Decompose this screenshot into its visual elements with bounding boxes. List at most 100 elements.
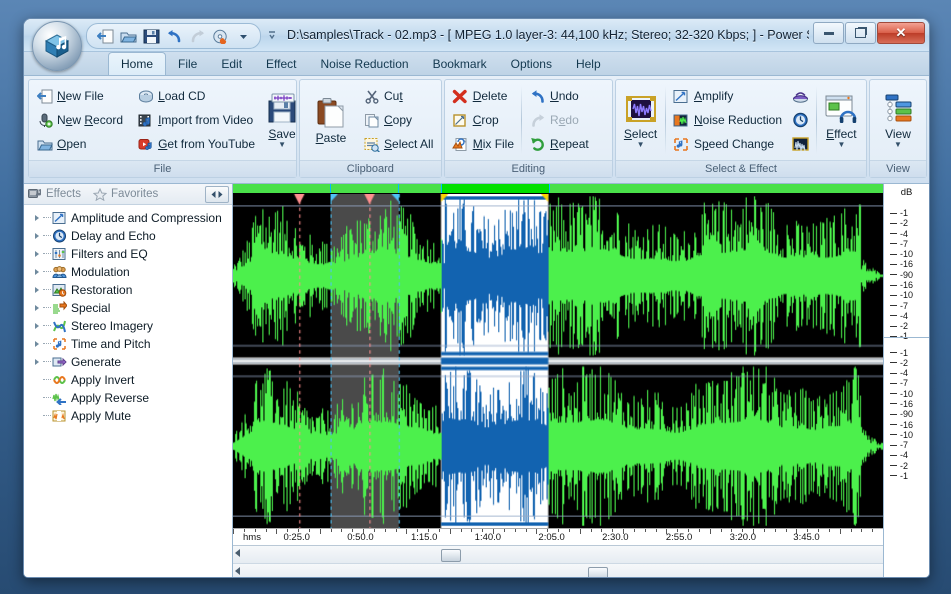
expand-arrow-icon[interactable]	[30, 269, 43, 275]
tab-file[interactable]: File	[166, 53, 209, 75]
select-all-button[interactable]: Select All	[359, 133, 437, 156]
tree-item-apply-invert[interactable]: Apply Invert	[24, 371, 232, 389]
restore-button[interactable]	[845, 22, 876, 44]
scroll-left-icon[interactable]	[235, 567, 240, 575]
copy-button[interactable]: Copy	[359, 109, 437, 132]
tree-item-generate[interactable]: Generate	[24, 353, 232, 371]
ruler-tick	[721, 529, 722, 532]
save-icon[interactable]	[141, 26, 162, 46]
paste-button[interactable]: Paste	[303, 84, 359, 156]
tab-home[interactable]: Home	[108, 52, 166, 75]
new-file-button[interactable]: New File	[32, 85, 127, 108]
zoom-slider[interactable]	[233, 564, 883, 578]
expand-arrow-icon[interactable]	[30, 233, 43, 239]
ruler-tick	[385, 529, 386, 532]
amplify-button[interactable]: Amplify	[669, 85, 786, 108]
effect-button[interactable]: Effect ▼	[820, 84, 863, 156]
modulation-icon	[51, 265, 67, 280]
title-bar: D:\samples\Track - 02.mp3 - [ MPEG 1.0 l…	[24, 19, 929, 52]
load-cd-button[interactable]: Load CD	[133, 85, 259, 108]
customize-dropdown-icon[interactable]	[233, 26, 254, 46]
noise-reduction-button[interactable]: Noise Reduction	[669, 109, 786, 132]
overview-segment[interactable]	[331, 184, 400, 193]
delay-button[interactable]	[788, 109, 813, 132]
tree-item-apply-reverse[interactable]: Apply Reverse	[24, 389, 232, 407]
chevron-down-icon[interactable]: ▼	[837, 142, 845, 148]
tree-item-apply-mute[interactable]: Apply Mute	[24, 407, 232, 425]
tab-options[interactable]: Options	[499, 53, 564, 75]
tab-edit[interactable]: Edit	[209, 53, 254, 75]
mix-file-button[interactable]: Mix File	[448, 133, 518, 156]
tree-item-time-and-pitch[interactable]: Time and Pitch	[24, 335, 232, 353]
select-button[interactable]: Select ▼	[619, 84, 662, 156]
tree-item-label: Filters and EQ	[71, 247, 148, 261]
tree-item-special[interactable]: Special	[24, 299, 232, 317]
overview-segment[interactable]	[399, 184, 442, 193]
horizontal-scrollbar[interactable]	[233, 546, 883, 564]
timeline-ruler[interactable]: hms 0:25.00:50.01:15.01:40.02:05.02:30.0…	[233, 528, 883, 545]
get-from-youtube-button[interactable]: Get from YouTube	[133, 133, 259, 156]
overview-segment[interactable]	[233, 184, 331, 193]
chevron-down-icon[interactable]: ▼	[637, 142, 645, 148]
waveform-channels[interactable]	[233, 194, 883, 528]
tree-item-restoration[interactable]: Restoration	[24, 281, 232, 299]
ruler-label: 1:40.0	[475, 532, 501, 543]
import-from-video-button[interactable]: Import from Video	[133, 109, 259, 132]
minimize-button[interactable]	[813, 22, 844, 44]
close-button[interactable]: ✕	[877, 22, 925, 44]
tree-item-stereo-imagery[interactable]: Stereo Imagery	[24, 317, 232, 335]
save-button[interactable]: Save ▼	[265, 84, 299, 156]
new-record-button[interactable]: New Record	[32, 109, 127, 132]
expand-arrow-icon[interactable]	[30, 359, 43, 365]
undo-icon[interactable]	[164, 26, 185, 46]
expand-arrow-icon[interactable]	[30, 287, 43, 293]
tree-item-modulation[interactable]: Modulation	[24, 263, 232, 281]
tree-item-amplitude-and-compression[interactable]: Amplitude and Compression	[24, 209, 232, 227]
speed-change-button[interactable]: Speed Change	[669, 133, 786, 156]
expand-arrow-icon[interactable]	[30, 251, 43, 257]
sidebar-tab-effects[interactable]: Effects	[28, 188, 81, 201]
scroll-left-icon[interactable]	[235, 549, 240, 557]
expand-arrow-icon[interactable]	[30, 215, 43, 221]
cut-button[interactable]: Cut	[359, 85, 437, 108]
expand-arrow-icon[interactable]	[30, 323, 43, 329]
app-logo-orb[interactable]	[32, 21, 82, 71]
tree-item-filters-and-eq[interactable]: Filters and EQ	[24, 245, 232, 263]
chevron-down-icon[interactable]: ▼	[278, 142, 286, 148]
repeat-button[interactable]: Repeat	[525, 133, 593, 156]
crop-button[interactable]: Crop	[448, 109, 518, 132]
scroll-thumb[interactable]	[441, 549, 461, 562]
expand-arrow-icon[interactable]	[30, 305, 43, 311]
ruler-label: 3:20.0	[730, 532, 756, 543]
equalizer-button[interactable]	[788, 133, 813, 156]
tab-bookmark[interactable]: Bookmark	[421, 53, 499, 75]
burn-cd-icon[interactable]	[210, 26, 231, 46]
ribbon-collapse-icon[interactable]	[267, 27, 277, 43]
zoom-thumb[interactable]	[588, 567, 608, 578]
ruler-tick	[840, 529, 841, 534]
undo-button[interactable]: Undo	[525, 85, 593, 108]
load-cd-label: oad CD	[165, 89, 206, 103]
overview-bar[interactable]	[233, 184, 883, 194]
view-button[interactable]: View ▼	[873, 84, 923, 156]
scroll-sliders	[233, 545, 883, 578]
reverb-button[interactable]	[788, 85, 813, 108]
tab-help[interactable]: Help	[564, 53, 613, 75]
ruler-tick	[591, 529, 592, 532]
new-file-icon[interactable]	[95, 26, 116, 46]
application-window: D:\samples\Track - 02.mp3 - [ MPEG 1.0 l…	[23, 18, 930, 578]
ruler-tick	[255, 529, 256, 532]
open-button[interactable]: Open	[32, 133, 127, 156]
overview-segment[interactable]	[550, 184, 883, 193]
sidebar-tab-favorites[interactable]: Favorites	[93, 188, 158, 201]
tab-effect[interactable]: Effect	[254, 53, 308, 75]
open-icon[interactable]	[118, 26, 139, 46]
overview-segment[interactable]	[442, 184, 549, 193]
ribbon-group-clipboard: Paste Cut Copy	[299, 79, 442, 178]
expand-arrow-icon[interactable]	[30, 341, 43, 347]
tab-noise-reduction[interactable]: Noise Reduction	[309, 53, 421, 75]
tree-item-delay-and-echo[interactable]: Delay and Echo	[24, 227, 232, 245]
prev-next-icon[interactable]	[205, 186, 229, 203]
chevron-down-icon[interactable]: ▼	[894, 142, 902, 148]
delete-button[interactable]: Delete	[448, 85, 518, 108]
